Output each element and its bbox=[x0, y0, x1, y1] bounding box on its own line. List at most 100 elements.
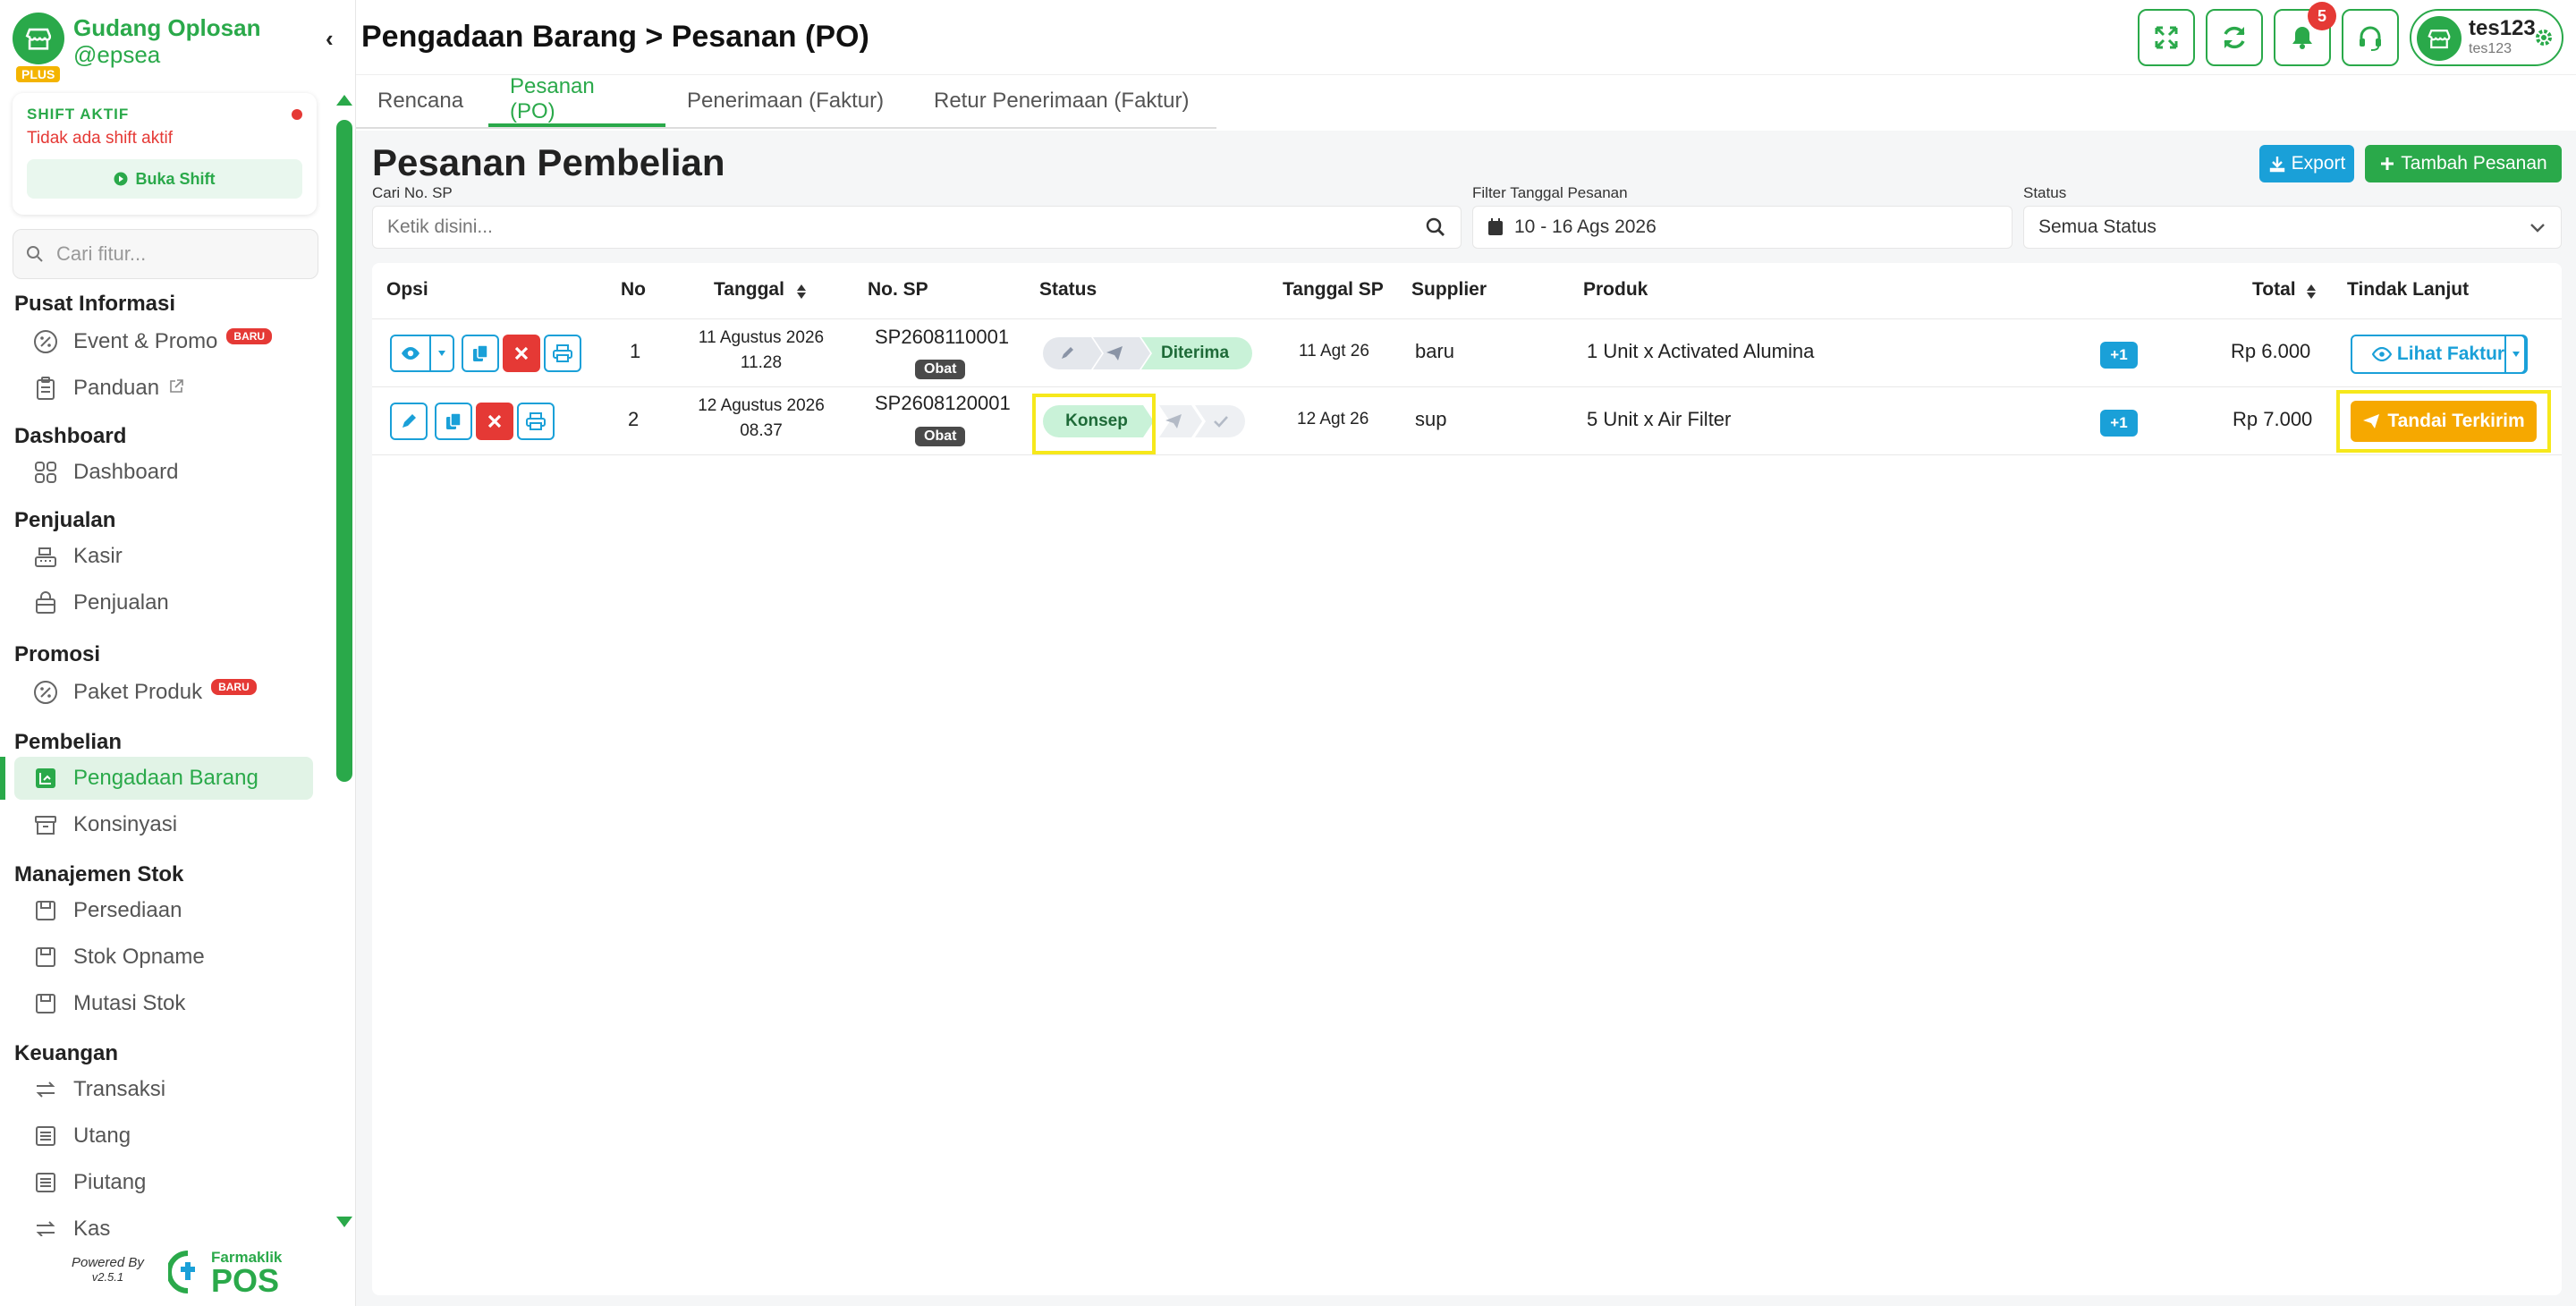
sidebar-item-mutasi-stok[interactable]: Mutasi Stok bbox=[14, 982, 313, 1025]
caret-down-icon bbox=[438, 351, 445, 356]
close-icon bbox=[487, 414, 502, 428]
percent-icon bbox=[32, 328, 59, 355]
row-sp-number[interactable]: SP2608110001 bbox=[875, 326, 1009, 349]
sidebar-scrollbar[interactable] bbox=[333, 89, 356, 1234]
view-invoice-dropdown[interactable] bbox=[2504, 335, 2528, 374]
print-button[interactable] bbox=[517, 403, 555, 440]
row-date-time: 11.28 bbox=[740, 353, 783, 372]
sidebar-menu: Pusat Informasi Event & Promo BARU Pandu… bbox=[0, 288, 333, 1236]
tab-penerimaan[interactable]: Penerimaan (Faktur) bbox=[665, 75, 912, 127]
status-filter-label: Status bbox=[2023, 184, 2067, 201]
duplicate-button[interactable] bbox=[435, 403, 472, 440]
sidebar-item-pengadaan-barang[interactable]: Pengadaan Barang bbox=[0, 757, 313, 800]
status-filter-value: Semua Status bbox=[2038, 216, 2157, 237]
tab-rencana[interactable]: Rencana bbox=[356, 75, 488, 127]
powered-by-label: Powered By bbox=[72, 1255, 144, 1270]
duplicate-button[interactable] bbox=[462, 335, 499, 372]
sidebar: PLUS Gudang Oplosan @epsea ‹ SHIFT AKTIF… bbox=[0, 0, 356, 1306]
send-step-icon bbox=[1165, 414, 1182, 428]
sidebar-item-panduan[interactable]: Panduan bbox=[14, 367, 313, 410]
status-highlight-box bbox=[1032, 394, 1156, 454]
view-invoice-button[interactable]: Lihat Faktur bbox=[2351, 335, 2526, 374]
sort-icon[interactable] bbox=[796, 283, 807, 301]
sidebar-item-kasir[interactable]: Kasir bbox=[14, 535, 313, 578]
user-menu[interactable]: tes123 tes123 bbox=[2410, 9, 2563, 66]
sidebar-item-kas[interactable]: Kas bbox=[14, 1208, 313, 1236]
shopping-bag-icon bbox=[32, 589, 59, 616]
sidebar-item-konsinyasi[interactable]: Konsinyasi bbox=[14, 803, 313, 846]
sidebar-item-stok-opname[interactable]: Stok Opname bbox=[14, 936, 313, 979]
delete-button[interactable] bbox=[503, 335, 540, 372]
sort-icon[interactable] bbox=[2306, 283, 2317, 301]
gear-icon[interactable] bbox=[2533, 27, 2555, 53]
search-sp-input[interactable]: Ketik disini... bbox=[372, 206, 1462, 249]
section-dashboard: Dashboard bbox=[14, 424, 127, 448]
row-date: 12 Agustus 2026 08.37 bbox=[687, 394, 835, 444]
export-button[interactable]: Export bbox=[2259, 145, 2354, 182]
collapse-sidebar-icon[interactable]: ‹ bbox=[326, 25, 334, 53]
support-button[interactable] bbox=[2342, 9, 2399, 66]
print-button[interactable] bbox=[544, 335, 581, 372]
more-products-badge[interactable]: +1 bbox=[2100, 342, 2138, 369]
sidebar-item-label: Utang bbox=[73, 1124, 131, 1148]
row-date-day: 12 Agustus 2026 bbox=[698, 396, 825, 415]
scroll-up-icon[interactable] bbox=[336, 95, 352, 106]
caret-down-icon bbox=[2512, 352, 2520, 357]
action-highlight-box bbox=[2336, 390, 2551, 453]
table-divider bbox=[372, 386, 2562, 387]
sidebar-item-paket-produk[interactable]: Paket Produk BARU bbox=[14, 671, 313, 714]
powered-by: Powered By v2.5.1 bbox=[72, 1256, 144, 1285]
sidebar-item-label: Konsinyasi bbox=[73, 812, 178, 836]
notification-button[interactable]: 5 bbox=[2274, 2, 2336, 66]
open-shift-button[interactable]: Buka Shift bbox=[27, 159, 302, 199]
sidebar-item-piutang[interactable]: Piutang bbox=[14, 1161, 313, 1204]
feature-search-input[interactable]: Cari fitur... bbox=[13, 229, 318, 279]
sidebar-item-persediaan[interactable]: Persediaan bbox=[14, 889, 313, 932]
sidebar-item-label: Event & Promo bbox=[73, 329, 218, 353]
scroll-thumb[interactable] bbox=[336, 120, 352, 782]
view-dropdown-button[interactable] bbox=[429, 335, 454, 372]
sidebar-item-utang[interactable]: Utang bbox=[14, 1115, 313, 1158]
view-invoice-label: Lihat Faktur bbox=[2396, 343, 2505, 364]
list-icon bbox=[32, 1169, 59, 1196]
row-date-time: 08.37 bbox=[740, 421, 783, 440]
more-products-badge[interactable]: +1 bbox=[2100, 410, 2138, 437]
col-opsi: Opsi bbox=[386, 279, 428, 300]
status-filter-select[interactable]: Semua Status bbox=[2023, 206, 2562, 249]
sidebar-item-label: Paket Produk bbox=[73, 680, 203, 704]
search-icon[interactable] bbox=[1425, 216, 1446, 238]
section-pusat-informasi: Pusat Informasi bbox=[14, 292, 176, 316]
tab-pesanan[interactable]: Pesanan (PO) bbox=[488, 74, 665, 127]
add-order-button[interactable]: Tambah Pesanan bbox=[2365, 145, 2562, 182]
sidebar-item-label: Persediaan bbox=[73, 898, 182, 922]
sidebar-item-transaksi[interactable]: Transaksi bbox=[14, 1068, 313, 1111]
section-pembelian: Pembelian bbox=[14, 730, 123, 754]
scroll-down-icon[interactable] bbox=[336, 1217, 352, 1227]
sidebar-item-label: Transaksi bbox=[73, 1077, 166, 1101]
col-total[interactable]: Total bbox=[2252, 279, 2296, 301]
sidebar-item-dashboard[interactable]: Dashboard bbox=[14, 451, 313, 494]
search-sp-label: Cari No. SP bbox=[372, 184, 453, 201]
refresh-button[interactable] bbox=[2206, 9, 2263, 66]
delete-button[interactable] bbox=[476, 403, 513, 440]
sidebar-item-penjualan[interactable]: Penjualan bbox=[14, 581, 313, 624]
clipboard-icon bbox=[32, 375, 59, 402]
fullscreen-button[interactable] bbox=[2138, 9, 2195, 66]
search-sp-placeholder: Ketik disini... bbox=[387, 216, 493, 237]
row-product: 5 Unit x Air Filter bbox=[1587, 408, 1732, 430]
save-box-icon bbox=[32, 990, 59, 1017]
tab-retur-penerimaan[interactable]: Retur Penerimaan (Faktur) bbox=[912, 75, 1216, 127]
date-filter-input[interactable]: 10 - 16 Ags 2026 bbox=[1472, 206, 2012, 249]
view-button[interactable] bbox=[390, 335, 431, 372]
shift-title: SHIFT AKTIF bbox=[27, 106, 130, 123]
edit-button[interactable] bbox=[390, 403, 428, 440]
row-sp-number[interactable]: SP2608120001 bbox=[875, 392, 1011, 415]
row-sp-date: 12 Agt 26 bbox=[1297, 410, 1369, 428]
sidebar-item-label: Pengadaan Barang bbox=[73, 766, 258, 790]
new-badge: BARU bbox=[211, 679, 257, 695]
table-divider bbox=[372, 454, 2562, 455]
sidebar-item-label: Dashboard bbox=[73, 460, 179, 484]
row-sp-date: 11 Agt 26 bbox=[1299, 342, 1369, 360]
col-tanggal[interactable]: Tanggal bbox=[714, 279, 784, 301]
sidebar-item-event-promo[interactable]: Event & Promo BARU bbox=[14, 320, 313, 363]
